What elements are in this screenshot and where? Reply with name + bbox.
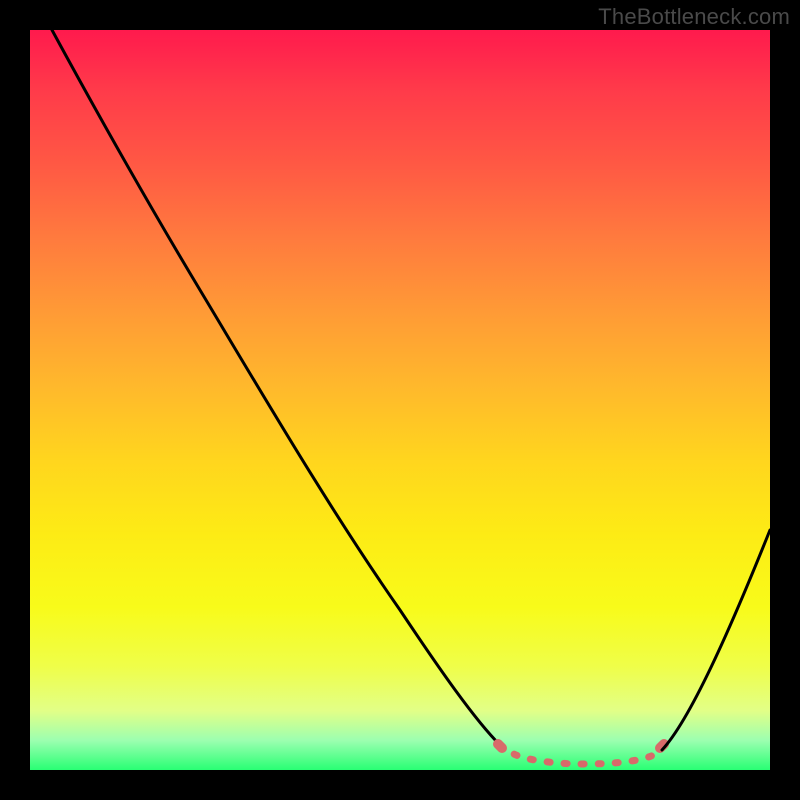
watermark-text: TheBottleneck.com — [598, 4, 790, 30]
curve-left-solid — [52, 30, 500, 745]
bottleneck-curve — [30, 30, 770, 770]
trough-dot-left — [498, 744, 502, 748]
curve-right-solid — [662, 530, 770, 750]
chart-frame: TheBottleneck.com — [0, 0, 800, 800]
plot-area — [30, 30, 770, 770]
curve-trough-dashed — [500, 745, 662, 764]
